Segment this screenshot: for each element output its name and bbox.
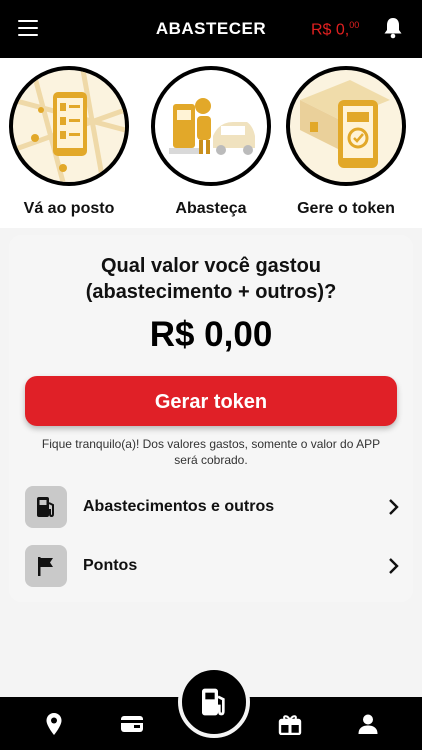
question-line-2: (abastecimento + outros)? [85,281,337,303]
chevron-right-icon [389,558,399,574]
row-label: Pontos [83,557,138,574]
fuel-pump-icon [25,486,67,528]
bell-icon[interactable] [383,17,403,39]
note-line-1: Fique tranquilo(a)! Dos valores gastos, … [41,437,381,451]
question-text: Qual valor você gastou (abastecimento + … [9,253,413,305]
token-card: Qual valor você gastou (abastecimento + … [9,235,413,602]
step-label: Vá ao posto [23,200,115,217]
amount-value[interactable]: R$ 0,00 [9,315,413,355]
top-bar: ABASTECER R$ 0,00 [0,0,422,58]
token-phone-illustration [286,66,406,186]
profile-icon[interactable] [355,711,381,737]
balance-display: R$ 0,00 [311,20,359,39]
row-points[interactable]: Pontos [25,545,399,589]
row-label: Abastecimentos e outros [83,498,275,515]
generate-token-button[interactable]: Gerar token [25,376,397,426]
balance-cents: 00 [349,20,360,30]
step-label: Gere o token [297,200,395,217]
row-fuel-and-others[interactable]: Abastecimentos e outros [25,486,399,530]
gift-icon[interactable] [277,711,303,737]
map-phone-illustration [9,66,129,186]
chevron-right-icon [389,499,399,515]
info-note: Fique tranquilo(a)! Dos valores gastos, … [27,436,395,468]
balance-main: R$ 0, [311,21,350,39]
location-pin-icon[interactable] [41,711,67,737]
step-generate-token: Gere o token [284,66,408,218]
fuel-pump-icon [202,688,225,716]
question-line-1: Qual valor você gastou [100,255,322,277]
fuel-action-button[interactable] [178,666,250,738]
step-go-to-station: Vá ao posto [7,66,131,218]
step-label: Abasteça [175,200,247,217]
flag-icon [25,545,67,587]
steps-section: Vá ao posto Abasteça Gere o token [0,58,422,228]
refuel-illustration [151,66,271,186]
step-refuel: Abasteça [149,66,273,218]
note-line-2: será cobrado. [174,453,248,467]
wallet-icon[interactable] [119,711,145,737]
